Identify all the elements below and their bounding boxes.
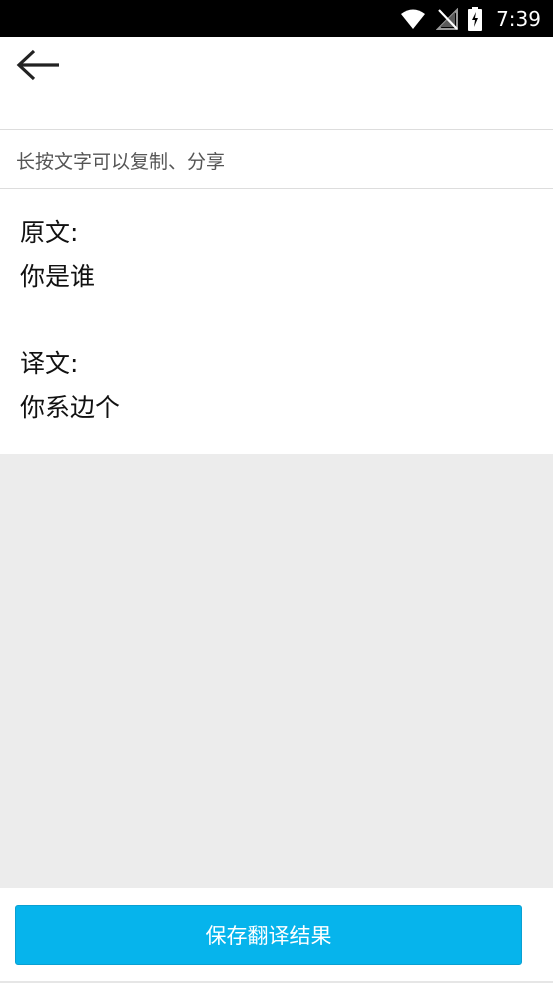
status-icons: 7:39 [400,0,541,37]
translation-label: 译文: [20,349,79,378]
wifi-icon [400,8,426,30]
hint-text: 长按文字可以复制、分享 [16,151,226,173]
battery-charging-icon [468,6,483,31]
save-translation-button[interactable]: 保存翻译结果 [15,905,522,965]
hint-row: 长按文字可以复制、分享 [0,130,553,188]
screen: 7:39 长按文字可以复制、分享 原文: 你是谁 译文: 你系边个 保存翻译结果 [0,0,553,983]
translation-text[interactable]: 你系边个 [20,388,120,424]
bottom-bar: 保存翻译结果 [0,888,553,983]
toolbar [0,37,553,129]
original-label: 原文: [20,218,79,247]
arrow-left-icon [15,48,61,86]
status-time: 7:39 [496,6,541,31]
original-text[interactable]: 你是谁 [20,257,95,293]
status-bar: 7:39 [0,0,553,37]
empty-area [0,454,553,888]
no-signal-icon [436,7,459,30]
translation-content: 原文: 你是谁 译文: 你系边个 [0,189,553,454]
back-button[interactable] [10,45,66,89]
